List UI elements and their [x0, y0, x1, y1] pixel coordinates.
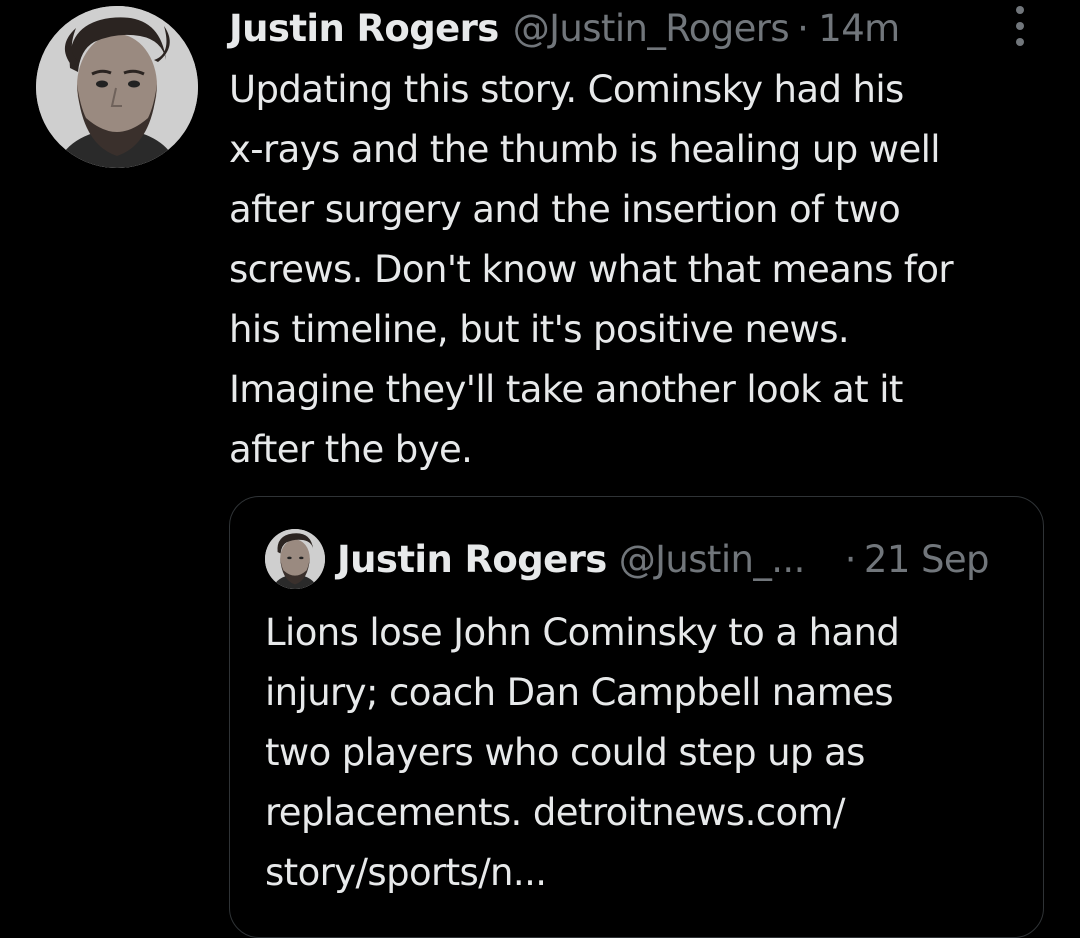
- quoted-tweet-card[interactable]: Justin Rogers @Justin_... · 21 Sep Lions…: [229, 496, 1044, 938]
- quoted-tweet-text: Lions lose John Cominsky to a hand injur…: [265, 611, 900, 894]
- more-dot-2: [1016, 22, 1024, 30]
- avatar-image: [36, 6, 198, 168]
- quoted-author-name: Justin Rogers: [337, 537, 607, 581]
- tweet-timestamp[interactable]: 14m: [818, 6, 900, 52]
- quoted-tweet-timestamp: 21 Sep: [863, 537, 990, 581]
- more-dot-3: [1016, 38, 1024, 46]
- quoted-author-handle: @Justin_...: [618, 537, 806, 581]
- quoted-tweet-header: Justin Rogers @Justin_... · 21 Sep: [265, 529, 990, 589]
- quoted-author-avatar: [265, 529, 325, 589]
- tweet-text: Updating this story. Cominsky had his x-…: [229, 68, 954, 471]
- author-handle[interactable]: @Justin_Rogers: [513, 6, 790, 52]
- tweet-header: Justin Rogers @Justin_Rogers · 14m: [229, 6, 900, 52]
- author-avatar[interactable]: [36, 6, 198, 168]
- quoted-separator-dot: ·: [844, 537, 857, 581]
- author-name[interactable]: Justin Rogers: [229, 6, 499, 52]
- tweet: Justin Rogers @Justin_Rogers · 14m Updat…: [0, 0, 1080, 938]
- more-dot-1: [1016, 6, 1024, 14]
- quoted-avatar-image: [265, 529, 325, 589]
- more-options-icon[interactable]: [1004, 6, 1036, 46]
- separator-dot: ·: [797, 7, 809, 50]
